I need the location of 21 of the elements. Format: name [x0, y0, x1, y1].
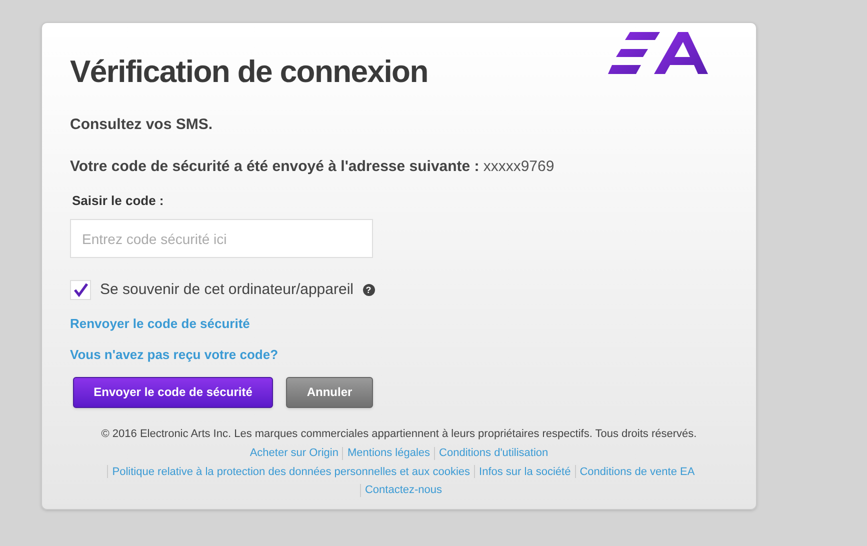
footer-link[interactable]: Conditions d'utilisation — [439, 445, 548, 462]
footer-link[interactable]: Infos sur la société — [479, 464, 571, 480]
footer-link[interactable]: Acheter sur Origin — [250, 445, 338, 462]
remember-label: Se souvenir de cet ordinateur/appareil — [100, 280, 354, 300]
code-input-field[interactable]: Entrez code sécurité ici — [70, 219, 373, 258]
page-title: Vérification de connexion — [70, 53, 428, 91]
code-label: Saisir le code : — [72, 192, 164, 210]
instruction-text: Consultez vos SMS. — [70, 114, 213, 134]
send-code-button[interactable]: Envoyer le code de sécurité — [73, 376, 273, 408]
cancel-button[interactable]: Annuler — [286, 376, 373, 408]
link[interactable]: Vous n'avez pas reçu votre code? — [70, 345, 278, 364]
footer-link[interactable]: Contactez-nous — [364, 482, 442, 498]
footer-link[interactable]: Conditions de vente EA — [580, 464, 695, 480]
link[interactable]: Renvoyer le code de sécurité — [70, 314, 250, 333]
footer-link[interactable]: Politique relative à la protection des données personnelles et aux cookies — [112, 464, 470, 480]
copyright-text: © 2016 Electronic Arts Inc. Les marques commerciales appartiennent à leurs propriétaires respectifs. Tous droits réservés. — [101, 426, 697, 442]
footer-link[interactable]: Mentions légales — [347, 445, 430, 462]
help-icon[interactable]: ? — [362, 284, 374, 296]
phone-number: xxxxx9769 — [483, 157, 554, 177]
sent-message-label: Votre code de sécurité a été envoyé à l'adresse suivante : — [70, 157, 480, 177]
remember-checkbox[interactable] — [70, 280, 91, 300]
